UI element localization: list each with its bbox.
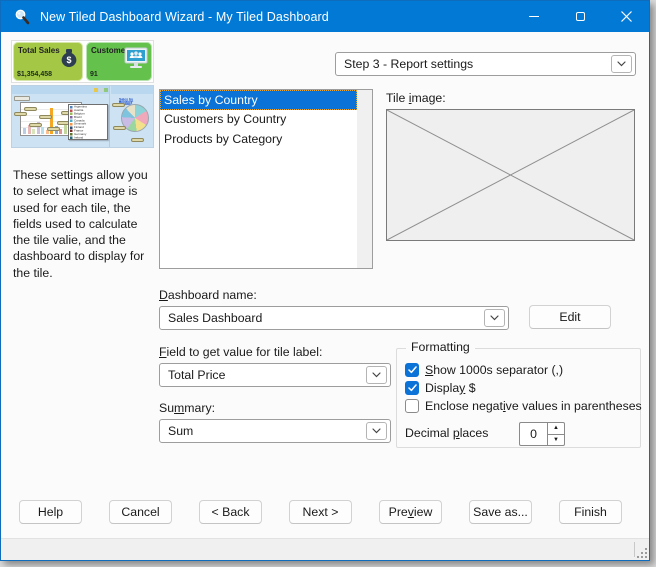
decimal-places-value: 0 [520,423,547,445]
decimal-places-spinner[interactable]: 0 ▲ ▼ [519,422,565,446]
back-button[interactable]: < Back [199,500,262,524]
check-icon [408,366,417,374]
step-selector-combobox[interactable]: Step 3 - Report settings [335,52,636,76]
field-combobox[interactable]: Total Price [159,363,391,387]
preview-button[interactable]: Preview [379,500,442,524]
minimize-icon [529,16,539,17]
chevron-down-icon[interactable] [611,55,632,73]
money-bag-icon: $ [58,46,80,75]
wizard-dialog: New Tiled Dashboard Wizard - My Tiled Da… [0,0,650,561]
maximize-button[interactable] [557,1,603,32]
minimize-button[interactable] [511,1,557,32]
panel-header: Sales by Product Category [111,86,154,94]
checkbox-display-dollar[interactable]: Display $ [405,380,476,396]
checkbox-enclose-negative[interactable]: Enclose negative values in parentheses [405,398,642,414]
edit-button[interactable]: Edit [529,305,611,329]
formatting-group-title: Formatting [406,340,475,354]
save-as-button[interactable]: Save as... [469,500,532,524]
checkbox-box[interactable] [405,381,419,395]
screen: New Tiled Dashboard Wizard - My Tiled Da… [0,0,656,567]
preview-tile-customers: Customers 91 [86,42,152,81]
chart-callout [112,103,125,107]
checkbox-box[interactable] [405,363,419,377]
status-bar [1,538,649,560]
list-item[interactable]: Products by Category [160,129,357,149]
chevron-down-icon[interactable] [484,309,505,327]
svg-text:$: $ [66,55,71,65]
chevron-down-icon[interactable] [366,422,387,440]
dashboard-charts-preview: Sales by Country Sales by Country [11,85,154,148]
dashboard-name-value: Sales Dashboard [168,311,262,325]
help-button[interactable]: Help [19,500,82,524]
close-button[interactable] [603,1,649,32]
dashboard-name-label: Dashboard name: [159,288,257,302]
magnifier-icon [13,8,31,26]
spinner-up-button[interactable]: ▲ [548,423,564,435]
checkbox-show-1000s-separator[interactable]: Show 1000s separator (,) [405,362,563,378]
panel-header-icons [94,88,108,92]
tile-image-placeholder [386,109,635,241]
summary-combobox[interactable]: Sum [159,419,391,443]
dashboard-name-combobox[interactable]: Sales Dashboard [159,306,509,330]
step-description: These settings allow you to select what … [13,167,154,281]
title-bar: New Tiled Dashboard Wizard - My Tiled Da… [1,1,649,32]
finish-button[interactable]: Finish [559,500,622,524]
resize-grip[interactable] [636,547,648,559]
decimal-places-label: Decimal places [405,426,488,440]
next-button[interactable]: Next > [289,500,352,524]
summary-label: Summary: [159,401,215,415]
step-selector-value: Step 3 - Report settings [344,57,473,71]
window-controls [511,1,649,32]
dashboard-tiles-preview: Total Sales $ $1,354,458 Customers [11,40,154,83]
check-icon [408,384,417,392]
placeholder-cross-icon [387,110,634,240]
tile-value: 91 [90,71,98,78]
preview-tile-total-sales: Total Sales $ $1,354,458 [13,42,83,81]
report-listbox[interactable]: Sales by Country Customers by Country Pr… [159,89,373,269]
spinner-down-button[interactable]: ▼ [548,435,564,446]
preview-panel-sales-by-country: Sales by Country Sales by Country [12,86,110,147]
monitor-users-icon [123,46,149,75]
list-item[interactable]: Sales by Country [160,90,357,110]
maximize-icon [576,12,585,21]
listbox-scrollbar[interactable] [357,90,372,268]
close-icon [621,11,632,22]
panel-header: Sales by Country [12,86,109,94]
cancel-button[interactable]: Cancel [109,500,172,524]
chart-legend: Argentina Austria Belgium Brazil Canada … [68,104,108,140]
checkbox-box[interactable] [405,399,419,413]
chart-callout [131,138,144,142]
field-label: Field to get value for tile label: [159,345,322,359]
tile-title: Total Sales [18,46,60,55]
list-item[interactable]: Customers by Country [160,110,357,130]
date-nav-widget [14,96,30,101]
chevron-down-icon[interactable] [366,366,387,384]
summary-value: Sum [168,424,193,438]
field-value: Total Price [168,368,225,382]
status-bar-separator [634,542,635,557]
window-title: New Tiled Dashboard Wizard - My Tiled Da… [40,10,329,24]
chart-callout [113,126,126,130]
preview-panel-sales-by-category: Sales by Product Category Sales by Produ… [111,86,154,147]
tile-image-label: Tile image: [386,91,446,105]
x-axis-label: Country [42,142,63,148]
formatting-groupbox: Formatting Show 1000s separator (,) Disp… [396,348,641,448]
tile-value: $1,354,458 [17,71,52,78]
chart-callout [14,112,27,116]
